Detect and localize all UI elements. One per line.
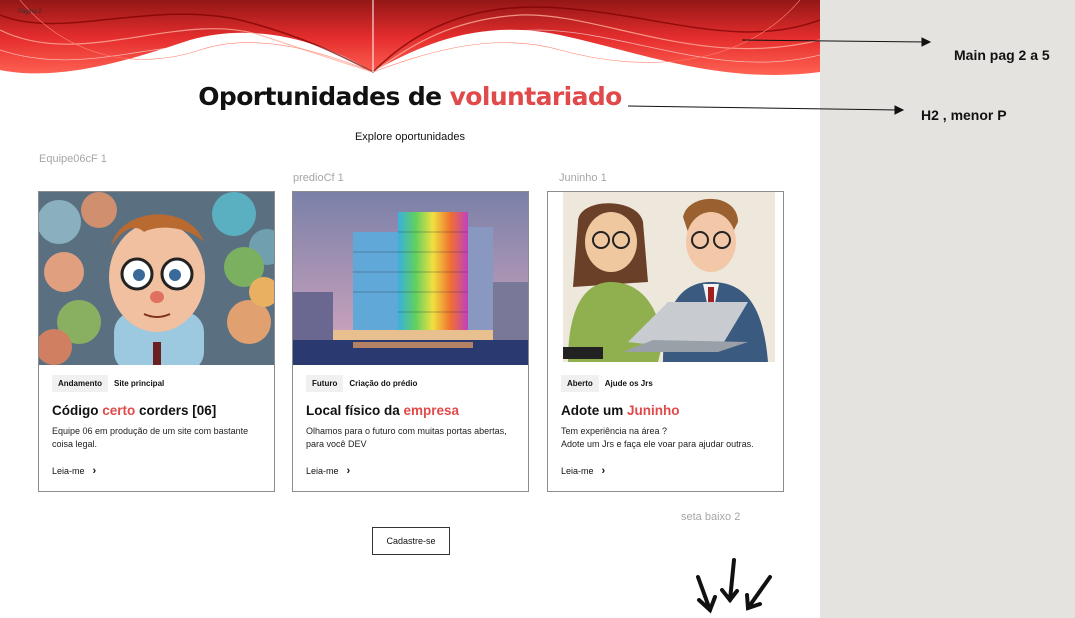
layer-label-card1: Equipe06cF 1 [39,153,107,165]
card-title-suffix: corders [06] [135,403,217,418]
card-title-accent: empresa [403,403,460,418]
page-subtitle: Explore oportunidades [354,131,466,143]
annotation-note: H2 , menor P [921,107,1007,123]
opportunity-card: Andamento Site principal Código certo co… [38,191,275,492]
red-ribbon-banner [0,0,820,75]
mentor-junior-image [548,192,783,365]
card-description: Equipe 06 em produção de um site com bas… [52,426,249,449]
card-description-line: Adote um Jrs e faça ele voar para ajudar… [561,439,754,449]
card-title: Adote um Juninho [561,403,680,418]
read-more-link[interactable]: Leia-me › [306,465,350,477]
card-title: Código certo corders [06] [52,403,216,418]
card-tags: Andamento Site principal [52,375,164,392]
layer-label-card2: predioCf 1 [293,172,344,184]
card-tags: Futuro Criação do prédio [306,375,417,392]
card-title: Local físico da empresa [306,403,459,418]
page-frame: Página 2 Oportunidades de voluntariado E… [0,0,820,618]
opportunity-card: Futuro Criação do prédio Local físico da… [292,191,529,492]
arrow-down-icon [696,558,772,614]
page-title-text: Oportunidades de [198,82,450,111]
layer-label-arrows: seta baixo 2 [681,511,741,523]
card-tags: Aberto Ajude os Jrs [561,375,653,392]
status-badge: Andamento [52,375,108,392]
annotation-arrow-head [921,37,932,47]
cartoon-team-image [39,192,274,365]
card-title-text: Código [52,403,103,418]
card-description: Olhamos para o futuro com muitas portas … [306,426,507,449]
chevron-right-icon: › [346,465,351,477]
read-more-label: Leia-me [306,466,339,476]
page-title-accent: voluntariado [449,82,623,111]
layer-label-card3: Juninho 1 [559,172,607,184]
page-title: Oportunidades de voluntariado [0,82,820,111]
chevron-right-icon: › [92,465,97,477]
read-more-link[interactable]: Leia-me › [561,465,605,477]
status-badge: Futuro [306,375,344,392]
read-more-link[interactable]: Leia-me › [52,465,96,477]
frame-name-label: Página 2 [18,9,42,15]
opportunity-card: Aberto Ajude os Jrs Adote um Juninho Tem… [547,191,784,492]
building-image [293,192,528,365]
category-label: Criação do prédio [349,379,418,388]
signup-button[interactable]: Cadastre-se [372,527,450,555]
category-label: Ajude os Jrs [604,379,653,388]
card-title-text: Adote um [561,403,627,418]
chevron-right-icon: › [601,465,606,477]
read-more-label: Leia-me [52,466,85,476]
design-canvas: Página 2 Oportunidades de voluntariado E… [0,0,1075,618]
annotation-arrow-head [894,105,905,115]
card-title-accent: Juninho [627,403,680,418]
category-label: Site principal [114,379,165,388]
card-description-line: Tem experiência na área ? [561,426,668,436]
card-title-accent: certo [102,403,136,418]
card-description: Tem experiência na área ? Adote um Jrs e … [561,425,776,451]
card-title-text: Local físico da [306,403,404,418]
read-more-label: Leia-me [561,466,594,476]
annotation-note: Main pag 2 a 5 [954,47,1050,63]
status-badge: Aberto [561,375,599,392]
